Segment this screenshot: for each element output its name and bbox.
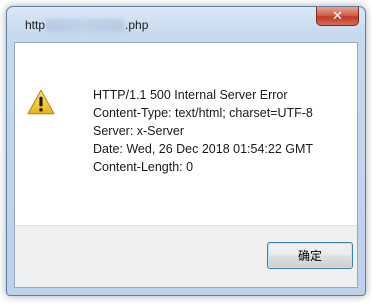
alert-dialog: http .php ✕ HTTP/1.1 500 Internal Server … (6, 6, 366, 296)
button-bar: 确定 (15, 225, 357, 287)
ok-button[interactable]: 确定 (267, 242, 353, 269)
message-line-status: HTTP/1.1 500 Internal Server Error (93, 88, 288, 102)
message-line-date: Date: Wed, 26 Dec 2018 01:54:22 GMT (93, 142, 314, 156)
warning-icon (27, 89, 55, 115)
title-suffix: .php (125, 18, 149, 32)
redacted-url-blur (46, 19, 125, 33)
close-icon: ✕ (332, 8, 343, 24)
message-area: HTTP/1.1 500 Internal Server Error Conte… (15, 43, 357, 225)
message-line-content-length: Content-Length: 0 (93, 160, 194, 174)
error-message: HTTP/1.1 500 Internal Server Error Conte… (93, 86, 313, 176)
dialog-body: HTTP/1.1 500 Internal Server Error Conte… (14, 42, 358, 288)
message-line-content-type: Content-Type: text/html; charset=UTF-8 (93, 106, 313, 120)
message-line-server: Server: x-Server (93, 124, 184, 138)
dialog-title: http .php (25, 18, 149, 33)
close-button[interactable]: ✕ (316, 7, 359, 26)
title-prefix: http (25, 18, 46, 32)
title-bar[interactable]: http .php ✕ (7, 7, 365, 43)
